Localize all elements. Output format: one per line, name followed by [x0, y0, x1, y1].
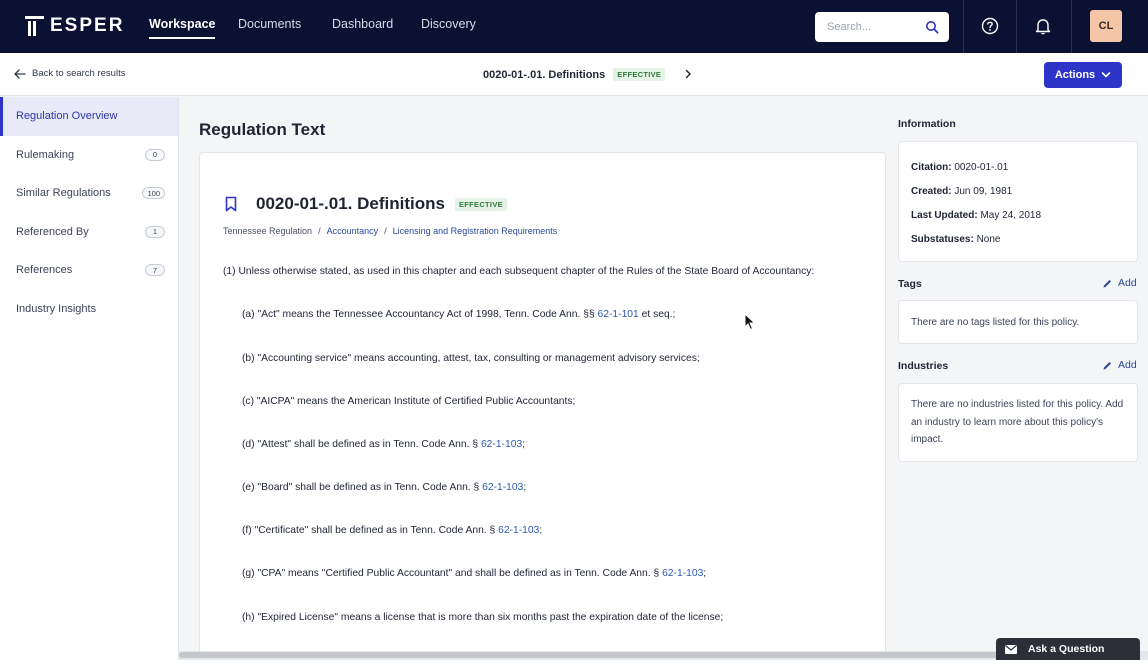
- document-title: 0020-01-.01. Definitions: [256, 194, 445, 213]
- sidebar-item-references[interactable]: References 7: [0, 251, 178, 290]
- chevron-right-icon[interactable]: [683, 69, 693, 79]
- tags-card: There are no tags listed for this policy…: [898, 300, 1138, 344]
- logo-mark-icon: [25, 16, 44, 36]
- information-heading: Information: [898, 118, 956, 130]
- statute-link[interactable]: 62-1-101: [598, 309, 639, 320]
- count-badge: 1: [145, 225, 165, 238]
- actions-button[interactable]: Actions: [1044, 62, 1122, 88]
- sidebar-item-similar-regulations[interactable]: Similar Regulations 100: [0, 174, 178, 213]
- actions-label: Actions: [1054, 69, 1096, 81]
- divider: [1071, 0, 1072, 53]
- add-label: Add: [1118, 359, 1137, 371]
- search-box: [815, 12, 949, 42]
- nav-workspace[interactable]: Workspace: [149, 17, 216, 39]
- breadcrumb-separator: /: [318, 226, 321, 236]
- sidebar-item-label: References: [16, 264, 73, 277]
- count-badge: 7: [145, 264, 165, 276]
- bell-icon[interactable]: [1034, 17, 1052, 35]
- regulation-title-text: 0020-01-.01. Definitions: [483, 68, 606, 81]
- industries-empty-message: There are no industries listed for this …: [911, 399, 1124, 445]
- add-industry-button[interactable]: Add: [1102, 359, 1137, 371]
- pencil-icon: [1103, 279, 1111, 287]
- information-card: Citation: 0020-01-.01 Created: Jun 09, 1…: [898, 141, 1138, 262]
- ask-a-question-button[interactable]: Ask a Question: [996, 638, 1140, 660]
- user-avatar[interactable]: CL: [1090, 10, 1122, 42]
- scrollbar-thumb[interactable]: [179, 652, 1049, 658]
- tags-empty-message: There are no tags listed for this policy…: [911, 317, 1080, 328]
- industries-card: There are no industries listed for this …: [898, 383, 1138, 462]
- tags-heading: Tags: [898, 278, 922, 290]
- citation-row: Citation: 0020-01-.01: [911, 162, 1009, 173]
- ask-label: Ask a Question: [1028, 643, 1105, 655]
- breadcrumb-link-accountancy[interactable]: Accountancy: [327, 226, 379, 236]
- statute-link[interactable]: 62-1-103: [662, 568, 703, 579]
- statute-link[interactable]: 62-1-103: [481, 439, 522, 450]
- count-badge: 0: [145, 148, 165, 161]
- count-badge: 100: [142, 187, 165, 199]
- status-badge: EFFECTIVE: [454, 197, 507, 211]
- sidebar-item-industry-insights[interactable]: Industry Insights: [0, 290, 178, 329]
- breadcrumb-item: Tennessee Regulation: [223, 226, 313, 236]
- definition-paragraph: (g) "CPA" means "Certified Public Accoun…: [242, 568, 707, 579]
- divider: [963, 0, 964, 53]
- created-row: Created: Jun 09, 1981: [911, 186, 1013, 197]
- pencil-icon: [1103, 361, 1111, 369]
- mouse-cursor-icon: [744, 313, 756, 331]
- search-icon[interactable]: [925, 20, 939, 34]
- definition-paragraph: (e) "Board" shall be defined as in Tenn.…: [242, 482, 527, 493]
- regulation-title: 0020-01-.01. Definitions EFFECTIVE: [483, 68, 666, 81]
- sub-header: Back to search results 0020-01-.01. Defi…: [0, 53, 1148, 96]
- add-label: Add: [1118, 277, 1137, 289]
- regulation-intro: (1) Unless otherwise stated, as used in …: [223, 266, 815, 277]
- substatuses-row: Substatuses: None: [911, 234, 1001, 245]
- sidebar-item-label: Similar Regulations: [16, 187, 111, 200]
- mail-icon: [1005, 644, 1017, 654]
- breadcrumb: Tennessee Regulation / Accountancy / Lic…: [223, 226, 557, 236]
- sidebar-item-label: Rulemaking: [16, 148, 75, 161]
- arrow-left-icon: [14, 68, 26, 79]
- definition-paragraph: (d) "Attest" shall be defined as in Tenn…: [242, 439, 526, 450]
- industries-heading: Industries: [898, 360, 949, 372]
- sidebar-item-rulemaking[interactable]: Rulemaking 0: [0, 136, 178, 175]
- sidebar-item-regulation-overview[interactable]: Regulation Overview: [0, 97, 178, 136]
- sidebar-item-label: Industry Insights: [16, 302, 97, 315]
- definition-paragraph: (h) "Expired License" means a license th…: [242, 612, 724, 623]
- definition-paragraph: (f) "Certificate" shall be defined as in…: [242, 525, 543, 536]
- help-icon[interactable]: [981, 17, 999, 35]
- add-tag-button[interactable]: Add: [1102, 277, 1137, 289]
- statute-link[interactable]: 62-1-103: [482, 482, 523, 493]
- definition-paragraph: (c) "AICPA" means the American Institute…: [242, 396, 576, 407]
- bookmark-icon[interactable]: [224, 196, 238, 212]
- back-label: Back to search results: [32, 68, 126, 79]
- divider: [1016, 0, 1017, 53]
- document-header: 0020-01-.01. Definitions EFFECTIVE: [224, 194, 507, 214]
- search-input[interactable]: [827, 21, 923, 33]
- definition-paragraph: (a) "Act" means the Tennessee Accountanc…: [242, 309, 676, 320]
- back-to-results-link[interactable]: Back to search results: [14, 68, 125, 79]
- top-navigation: ESPER Workspace Documents Dashboard Disc…: [0, 0, 1148, 53]
- sidebar-item-referenced-by[interactable]: Referenced By 1: [0, 213, 178, 252]
- sidebar: Regulation Overview Rulemaking 0 Similar…: [0, 97, 179, 660]
- breadcrumb-link-licensing[interactable]: Licensing and Registration Requirements: [393, 226, 558, 236]
- sidebar-item-label: Regulation Overview: [16, 110, 118, 123]
- brand-name: ESPER: [50, 15, 125, 36]
- status-badge: EFFECTIVE: [613, 68, 666, 81]
- chevron-down-icon: [1101, 72, 1111, 78]
- sidebar-item-label: Referenced By: [16, 225, 89, 238]
- regulation-text-card: 0020-01-.01. Definitions EFFECTIVE Tenne…: [199, 152, 886, 660]
- page-title: Regulation Text: [199, 120, 326, 139]
- nav-discovery[interactable]: Discovery: [421, 17, 476, 31]
- nav-dashboard[interactable]: Dashboard: [332, 17, 393, 31]
- definition-paragraph: (b) "Accounting service" means accountin…: [242, 353, 700, 364]
- esper-logo[interactable]: ESPER: [25, 15, 124, 37]
- nav-documents[interactable]: Documents: [238, 17, 301, 31]
- last-updated-row: Last Updated: May 24, 2018: [911, 210, 1042, 221]
- statute-link[interactable]: 62-1-103: [498, 525, 539, 536]
- breadcrumb-separator: /: [384, 226, 387, 236]
